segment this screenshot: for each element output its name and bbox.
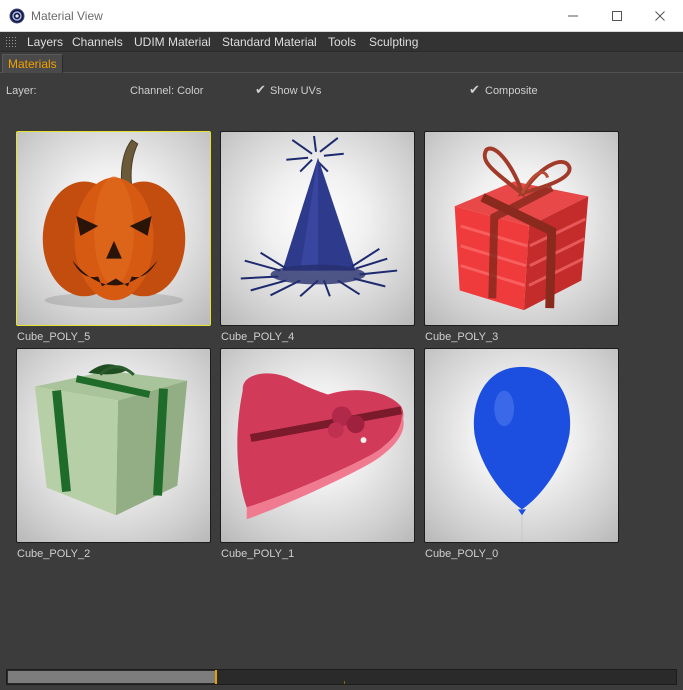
material-label: Cube_POLY_0 <box>425 548 499 560</box>
window-title: Material View <box>31 9 103 23</box>
maximize-icon <box>612 11 622 21</box>
minimize-icon <box>568 15 578 17</box>
cinema4d-icon <box>9 8 25 24</box>
channel-label[interactable]: Channel: Color <box>130 85 203 97</box>
material-thumbnail-party-hat[interactable] <box>220 131 415 326</box>
material-thumbnail-pumpkin[interactable] <box>16 131 211 326</box>
close-button[interactable] <box>637 0 683 32</box>
menu-layers[interactable]: Layers <box>27 35 63 49</box>
scrollbar-thumb[interactable] <box>8 671 215 683</box>
material-label: Cube_POLY_4 <box>221 331 295 343</box>
show-uvs-label[interactable]: Show UVs <box>270 85 321 97</box>
tab-materials[interactable]: Materials <box>2 54 63 73</box>
scrollbar-marker <box>215 670 217 684</box>
menu-grip-icon[interactable] <box>5 36 18 48</box>
material-thumbnail-balloon[interactable] <box>424 348 619 543</box>
tab-strip: Materials <box>0 53 683 73</box>
balloon-preview <box>473 366 571 542</box>
material-label: Cube_POLY_2 <box>17 548 91 560</box>
menu-bar: Layers Channels UDIM Material Standard M… <box>0 32 683 52</box>
scrollbar-tick <box>344 681 345 684</box>
green-gift-preview <box>34 364 188 516</box>
horizontal-scrollbar[interactable] <box>6 669 677 685</box>
close-icon <box>655 11 665 21</box>
layer-label: Layer: <box>6 85 37 97</box>
material-thumbnail-red-gift[interactable] <box>424 131 619 326</box>
heart-box-preview <box>237 373 404 520</box>
pumpkin-preview <box>42 139 186 309</box>
material-label: Cube_POLY_5 <box>17 331 91 343</box>
menu-standard-material[interactable]: Standard Material <box>222 35 317 49</box>
red-gift-preview <box>454 146 589 311</box>
material-thumbnail-green-gift[interactable] <box>16 348 211 543</box>
menu-udim-material[interactable]: UDIM Material <box>134 35 211 49</box>
title-bar: Material View <box>0 0 683 32</box>
party-hat-preview <box>240 135 398 298</box>
maximize-button[interactable] <box>594 0 640 32</box>
material-label: Cube_POLY_3 <box>425 331 499 343</box>
minimize-button[interactable] <box>550 0 596 32</box>
composite-label[interactable]: Composite <box>485 85 538 97</box>
show-uvs-checkbox[interactable]: ✔ <box>255 83 269 97</box>
menu-tools[interactable]: Tools <box>328 35 356 49</box>
material-label: Cube_POLY_1 <box>221 548 295 560</box>
material-thumbnail-heart-box[interactable] <box>220 348 415 543</box>
composite-checkbox[interactable]: ✔ <box>469 83 483 97</box>
menu-channels[interactable]: Channels <box>72 35 123 49</box>
menu-sculpting[interactable]: Sculpting <box>369 35 418 49</box>
